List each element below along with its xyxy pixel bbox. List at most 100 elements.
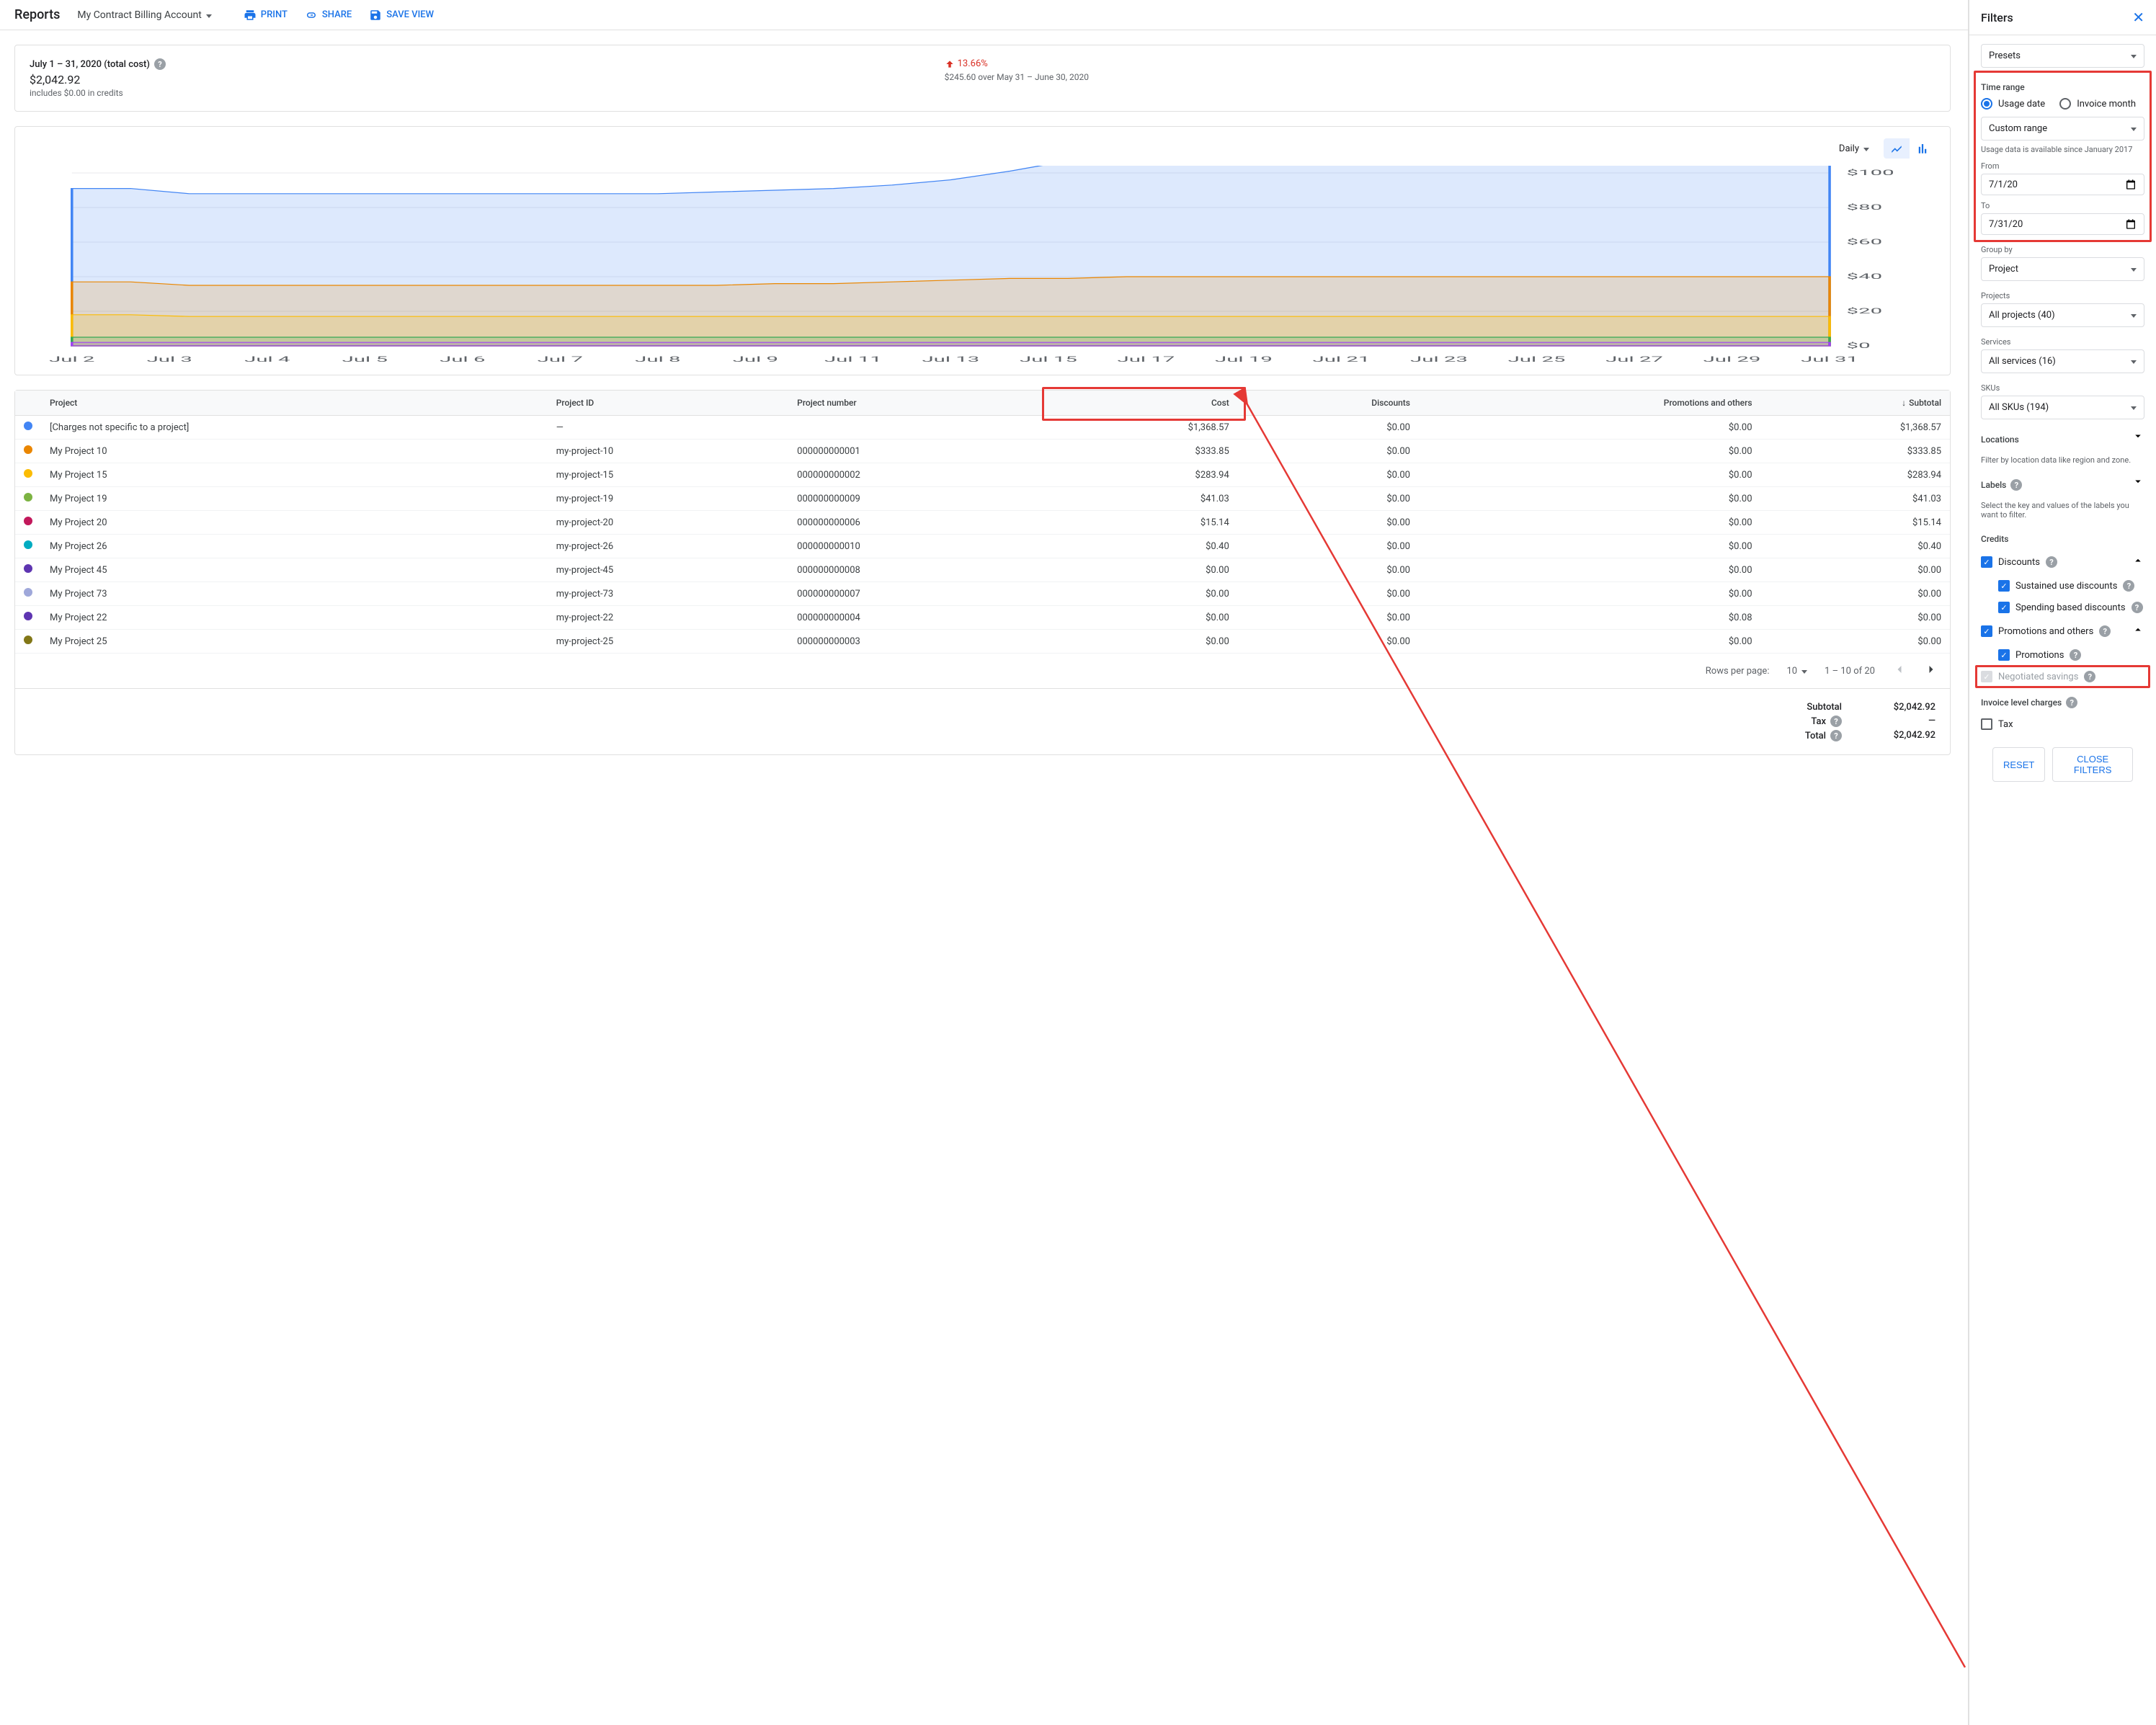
svg-text:$80: $80 xyxy=(1847,203,1883,211)
account-selector[interactable]: My Contract Billing Account xyxy=(77,9,211,21)
usage-date-radio[interactable]: Usage date xyxy=(1981,98,2045,110)
cell-project-id: my-project-25 xyxy=(548,630,788,654)
cell-project: My Project 26 xyxy=(41,535,548,558)
bar-chart-toggle[interactable] xyxy=(1910,138,1936,159)
cell-project-id: my-project-26 xyxy=(548,535,788,558)
help-icon[interactable]: ? xyxy=(2066,697,2077,708)
custom-range-select[interactable]: Custom range xyxy=(1981,117,2144,141)
promotions-others-checkbox[interactable]: Promotions and others ? xyxy=(1981,625,2111,637)
table-row[interactable]: My Project 73 my-project-73 000000000007… xyxy=(15,582,1950,606)
svg-text:Jul 15: Jul 15 xyxy=(1020,355,1077,363)
close-filters-icon[interactable]: ✕ xyxy=(2132,9,2144,26)
col-project-id[interactable]: Project ID xyxy=(548,391,788,416)
group-by-select[interactable]: Project xyxy=(1981,257,2144,281)
rows-per-page-select[interactable]: 10 xyxy=(1786,666,1807,677)
help-icon[interactable]: ? xyxy=(2046,556,2057,568)
chevron-up-icon xyxy=(2132,554,2144,567)
chevron-down-icon xyxy=(2132,429,2144,442)
summary-range: July 1 – 31, 2020 (total cost) xyxy=(30,59,150,70)
projects-select[interactable]: All projects (40) xyxy=(1981,303,2144,327)
svg-text:Jul 3: Jul 3 xyxy=(147,355,192,363)
collapse-promotions[interactable] xyxy=(2132,623,2144,639)
skus-select[interactable]: All SKUs (194) xyxy=(1981,396,2144,419)
table-row[interactable]: My Project 15 my-project-15 000000000002… xyxy=(15,463,1950,487)
series-swatch xyxy=(24,469,32,478)
cell-project-number: 000000000004 xyxy=(788,606,1048,630)
svg-text:Jul 7: Jul 7 xyxy=(538,355,583,363)
invoice-month-radio[interactable]: Invoice month xyxy=(2059,98,2136,110)
col-discounts[interactable]: Discounts xyxy=(1238,391,1419,416)
from-date-input[interactable]: 7/1/20 xyxy=(1981,174,2144,195)
cell-project-id: my-project-19 xyxy=(548,487,788,511)
cell-project-number: 000000000006 xyxy=(788,511,1048,535)
cell-discounts: $0.00 xyxy=(1238,535,1419,558)
cell-project: [Charges not specific to a project] xyxy=(41,416,548,440)
sustained-checkbox[interactable]: Sustained use discounts ? xyxy=(1998,580,2144,592)
promotions-checkbox[interactable]: Promotions ? xyxy=(1998,649,2144,661)
presets-select[interactable]: Presets xyxy=(1981,44,2144,68)
granularity-selector[interactable]: Daily xyxy=(1839,143,1869,154)
spending-checkbox[interactable]: Spending based discounts ? xyxy=(1998,602,2144,613)
series-swatch xyxy=(24,422,32,430)
col-promotions[interactable]: Promotions and others xyxy=(1419,391,1761,416)
pagination: Rows per page: 10 1 – 10 of 20 xyxy=(15,654,1950,688)
caret-down-icon xyxy=(2131,264,2137,275)
collapse-discounts[interactable] xyxy=(2132,554,2144,570)
next-page-button[interactable] xyxy=(1924,662,1938,679)
col-subtotal[interactable]: ↓Subtotal xyxy=(1761,391,1950,416)
labels-hint: Select the key and values of the labels … xyxy=(1981,501,2144,520)
col-cost[interactable]: Cost xyxy=(1048,391,1237,416)
prev-page-button[interactable] xyxy=(1892,662,1907,679)
table-row[interactable]: My Project 22 my-project-22 000000000004… xyxy=(15,606,1950,630)
col-project[interactable]: Project xyxy=(41,391,548,416)
cell-project-id: my-project-45 xyxy=(548,558,788,582)
help-icon[interactable]: ? xyxy=(2070,649,2081,661)
line-chart-toggle[interactable] xyxy=(1884,138,1910,159)
reset-button[interactable]: RESET xyxy=(1992,747,2045,782)
help-icon[interactable]: ? xyxy=(1830,716,1842,727)
share-button[interactable]: SHARE xyxy=(305,9,352,22)
total-label: Total xyxy=(1805,731,1826,741)
table-row[interactable]: My Project 10 my-project-10 000000000001… xyxy=(15,440,1950,463)
services-select[interactable]: All services (16) xyxy=(1981,349,2144,373)
credits-label: Credits xyxy=(1981,534,2144,544)
cell-cost: $0.00 xyxy=(1048,558,1237,582)
save-icon xyxy=(369,9,382,22)
table-row[interactable]: My Project 26 my-project-26 000000000010… xyxy=(15,535,1950,558)
help-icon[interactable]: ? xyxy=(2084,671,2095,682)
table-row[interactable]: My Project 19 my-project-19 000000000009… xyxy=(15,487,1950,511)
help-icon[interactable]: ? xyxy=(2099,625,2111,637)
table-row[interactable]: My Project 25 my-project-25 000000000003… xyxy=(15,630,1950,654)
close-filters-button[interactable]: CLOSE FILTERS xyxy=(2052,747,2133,782)
help-icon[interactable]: ? xyxy=(2123,580,2134,592)
table-row[interactable]: My Project 45 my-project-45 000000000008… xyxy=(15,558,1950,582)
caret-down-icon xyxy=(2131,50,2137,61)
table-row[interactable]: [Charges not specific to a project] — $1… xyxy=(15,416,1950,440)
svg-text:Jul 31: Jul 31 xyxy=(1801,355,1858,363)
help-icon[interactable]: ? xyxy=(2010,479,2022,491)
col-project-number[interactable]: Project number xyxy=(788,391,1048,416)
print-button[interactable]: PRINT xyxy=(244,9,288,22)
save-view-button[interactable]: SAVE VIEW xyxy=(369,9,434,22)
table-row[interactable]: My Project 20 my-project-20 000000000006… xyxy=(15,511,1950,535)
tax-checkbox[interactable]: Tax xyxy=(1981,718,2144,730)
cell-discounts: $0.00 xyxy=(1238,630,1419,654)
svg-text:$100: $100 xyxy=(1847,169,1894,177)
to-date-input[interactable]: 7/31/20 xyxy=(1981,213,2144,235)
help-icon[interactable]: ? xyxy=(154,58,166,70)
invoice-charges-label: Invoice level charges xyxy=(1981,697,2062,708)
cell-project-id: my-project-20 xyxy=(548,511,788,535)
expand-locations[interactable] xyxy=(2132,429,2144,445)
help-icon[interactable]: ? xyxy=(2132,602,2143,613)
help-icon[interactable]: ? xyxy=(1830,730,1842,741)
caret-down-icon xyxy=(2131,310,2137,321)
cell-promotions: $0.00 xyxy=(1419,558,1761,582)
chevron-right-icon xyxy=(1924,662,1938,677)
discounts-checkbox[interactable]: Discounts ? xyxy=(1981,556,2057,568)
cell-subtotal: $1,368.57 xyxy=(1761,416,1950,440)
svg-text:Jul 27: Jul 27 xyxy=(1605,355,1663,363)
expand-labels[interactable] xyxy=(2132,475,2144,491)
cell-subtotal: $0.00 xyxy=(1761,606,1950,630)
cell-subtotal: $283.94 xyxy=(1761,463,1950,487)
svg-text:Jul 8: Jul 8 xyxy=(635,355,680,363)
